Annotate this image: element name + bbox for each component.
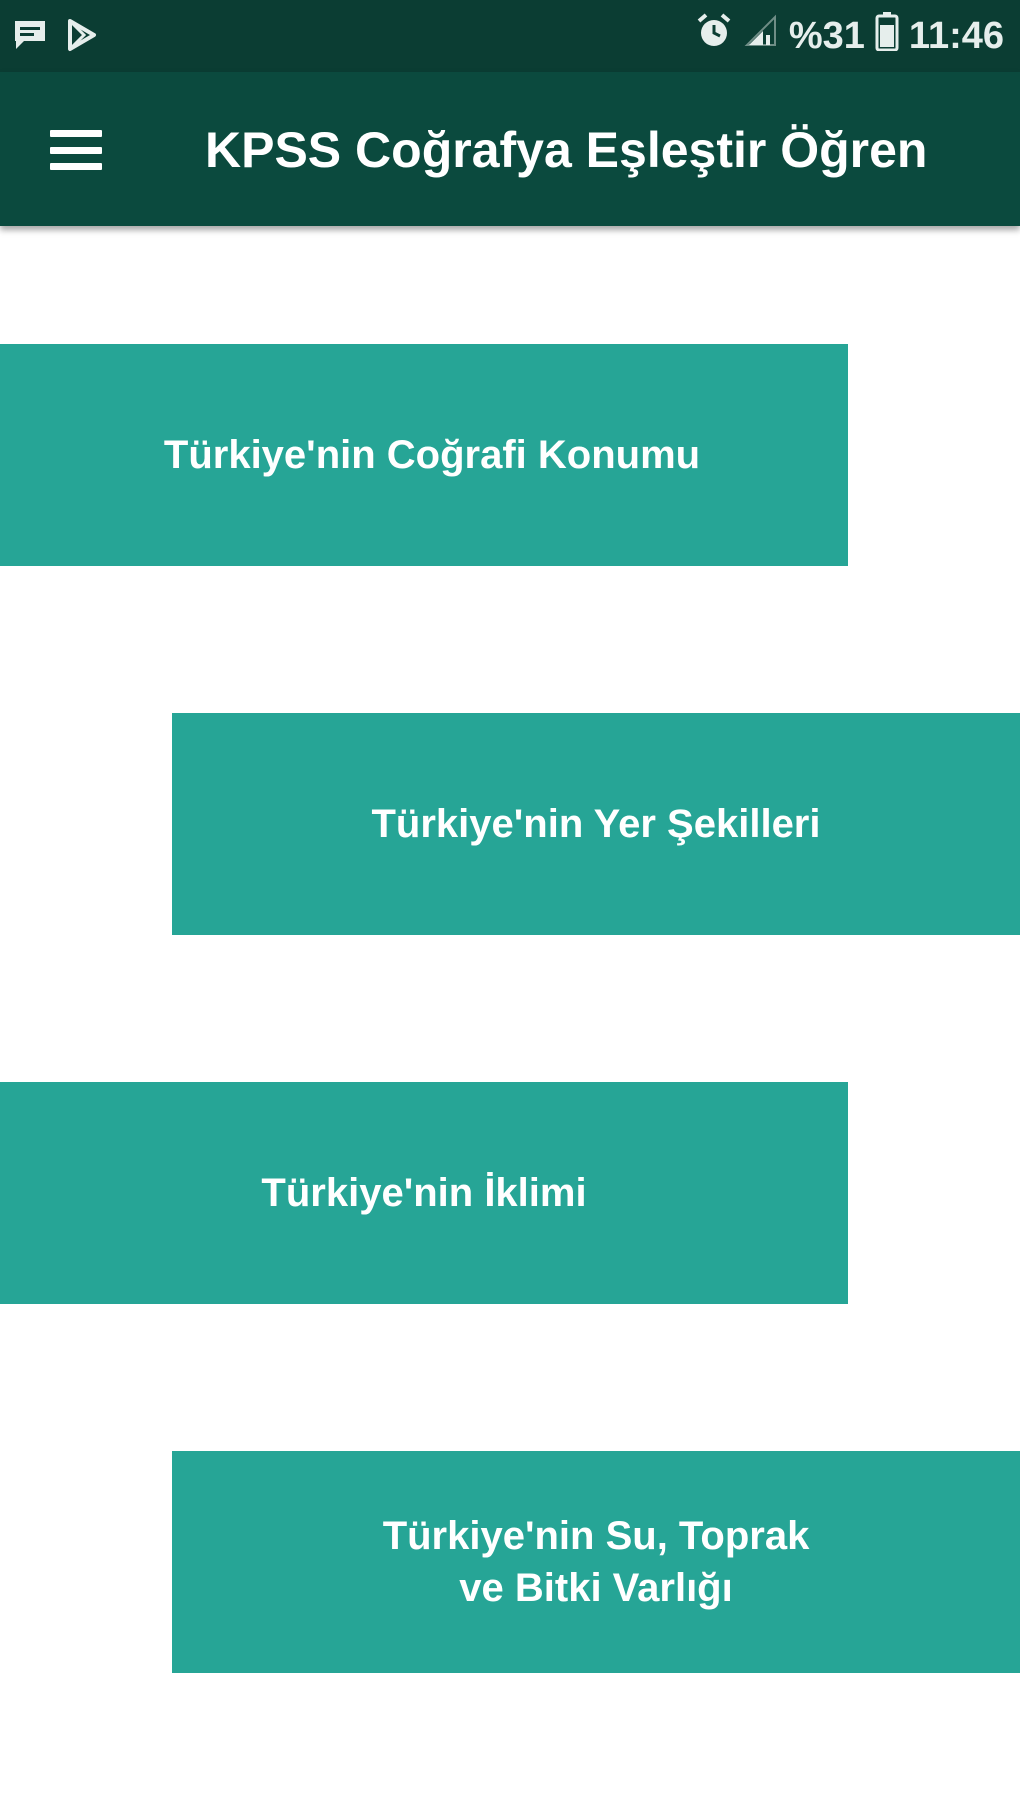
battery-percent: %31 xyxy=(788,14,865,57)
topic-button-label: Türkiye'nin Su, Toprak ve Bitki Varlığı xyxy=(382,1514,810,1610)
status-right-area: %31 11:46 xyxy=(695,12,1004,60)
signal-icon xyxy=(743,13,779,59)
message-icon xyxy=(12,18,48,57)
status-left-icons xyxy=(12,18,98,57)
topic-button-su-toprak-bitki[interactable]: Türkiye'nin Su, Toprak ve Bitki Varlığı xyxy=(172,1451,1020,1673)
topic-button-yer-sekilleri[interactable]: Türkiye'nin Yer Şekilleri xyxy=(172,713,1020,935)
menu-icon xyxy=(50,130,102,170)
battery-icon xyxy=(875,11,899,61)
clock: 11:46 xyxy=(908,14,1004,57)
play-store-icon xyxy=(64,18,98,57)
topic-button-cografi-konumu[interactable]: Türkiye'nin Coğrafi Konumu xyxy=(0,344,848,566)
topic-button-iklimi[interactable]: Türkiye'nin İklimi xyxy=(0,1082,848,1304)
menu-button[interactable] xyxy=(40,114,112,186)
topic-button-label: Türkiye'nin İklimi xyxy=(261,1171,587,1215)
alarm-icon xyxy=(695,12,733,60)
app-bar: KPSS Coğrafya Eşleştir Öğren xyxy=(0,72,1020,226)
app-title: KPSS Coğrafya Eşleştir Öğren xyxy=(205,122,928,178)
topic-button-label: Türkiye'nin Coğrafi Konumu xyxy=(163,433,701,477)
topic-button-label: Türkiye'nin Yer Şekilleri xyxy=(371,802,821,846)
status-bar: %31 11:46 xyxy=(0,0,1020,72)
